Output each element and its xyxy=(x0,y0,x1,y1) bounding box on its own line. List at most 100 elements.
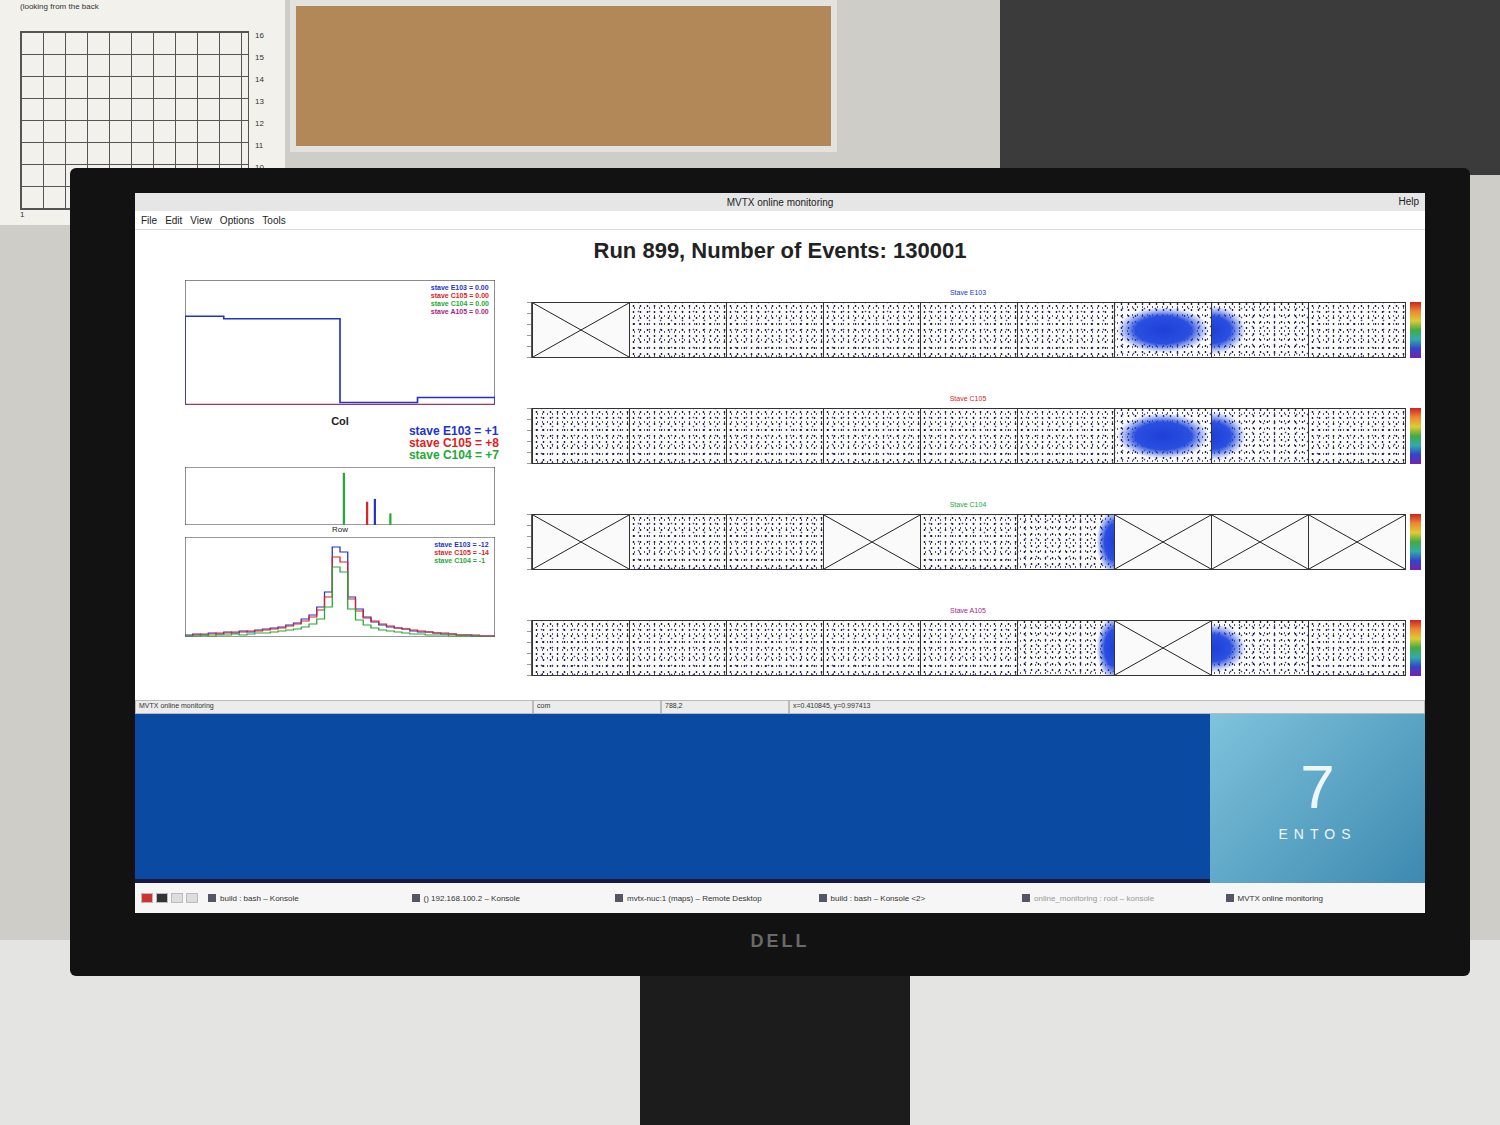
chip-hitmap xyxy=(629,621,726,675)
chip-strip xyxy=(532,408,1406,464)
desktop-icon[interactable] xyxy=(186,893,198,903)
menu-item[interactable]: Edit xyxy=(165,215,182,226)
chip-hitmap xyxy=(1017,303,1114,357)
stave-title: Stave E103 xyxy=(515,289,1421,296)
hits-chart: stave E103 = 0.00stave C105 = 0.00stave … xyxy=(185,280,495,405)
chip-hitmap xyxy=(1017,515,1114,569)
chip-hitmap xyxy=(726,303,823,357)
row-title: Row xyxy=(185,525,495,537)
window-icon xyxy=(1022,894,1030,902)
status-cell: 788,2 xyxy=(661,700,789,714)
corkboard xyxy=(290,0,837,152)
taskbar-item[interactable]: build : bash – Konsole xyxy=(208,894,402,903)
taskbar-label: online_monitoring : root – konsole xyxy=(1034,894,1154,903)
color-scale xyxy=(1410,514,1421,570)
centos-logo: 7 ENTOS xyxy=(1210,714,1425,883)
monitor: MVTX online monitoring Help File Edit View… xyxy=(70,168,1470,976)
sheet-number: 11 xyxy=(255,141,275,163)
dark-doorway xyxy=(1000,0,1500,175)
chip-hitmap xyxy=(532,409,629,463)
help-button[interactable]: Help xyxy=(1398,196,1419,207)
taskbar-label: build : bash – Konsole xyxy=(220,894,299,903)
chip-hitmap xyxy=(1211,409,1308,463)
stave-map: Stave C104 xyxy=(515,501,1421,570)
color-scale xyxy=(1410,620,1421,676)
window-icon xyxy=(1226,894,1234,902)
legend-entry: stave C104 = +7 xyxy=(409,449,499,461)
series-line xyxy=(185,404,495,405)
chip-hitmap xyxy=(532,515,629,569)
dead-chip-icon xyxy=(1115,515,1211,569)
chip-hitmap xyxy=(1308,515,1405,569)
chip-hitmap xyxy=(1308,303,1405,357)
chip-hitmap xyxy=(920,303,1017,357)
chip-hitmap xyxy=(823,515,920,569)
window-titlebar[interactable]: MVTX online monitoring Help xyxy=(135,193,1425,211)
chip-hitmap xyxy=(1211,515,1308,569)
stave-title: Stave C105 xyxy=(515,395,1421,402)
menu-bar: File Edit View Options Tools xyxy=(135,211,1425,230)
plot-frame xyxy=(185,467,495,525)
dead-chip-icon xyxy=(824,515,920,569)
taskbar-item[interactable]: build : bash – Konsole <2> xyxy=(819,894,1013,903)
legend-entry: stave C104 = 0.00 xyxy=(431,300,489,308)
chip-hitmap xyxy=(823,621,920,675)
series-line xyxy=(185,316,495,405)
series-line xyxy=(185,557,495,637)
menu-item[interactable]: Options xyxy=(220,215,254,226)
chip-hitmap xyxy=(1211,303,1308,357)
chip-strip xyxy=(532,514,1406,570)
chip-hitmap xyxy=(532,303,629,357)
chip-hitmap xyxy=(726,515,823,569)
legend-entry: stave E103 = -12 xyxy=(434,541,489,549)
col-bar xyxy=(389,513,391,525)
chip-strip xyxy=(532,302,1406,358)
sheet-number: 13 xyxy=(255,97,275,119)
stave-title: Stave A105 xyxy=(515,607,1421,614)
chip-hitmap xyxy=(1114,409,1211,463)
chip-hitmap xyxy=(1308,409,1405,463)
dead-chip-icon xyxy=(533,303,629,357)
status-cell: com xyxy=(533,700,661,714)
chip-hitmap xyxy=(629,515,726,569)
status-bar: MVTX online monitoringcom788,2x=0.410845… xyxy=(135,700,1425,714)
dead-chip-icon xyxy=(1115,621,1211,675)
menu-item[interactable]: Tools xyxy=(262,215,285,226)
monitor-stand xyxy=(640,970,910,1125)
dead-chip-icon xyxy=(533,515,629,569)
color-scale xyxy=(1410,408,1421,464)
desktop-icon[interactable] xyxy=(171,893,183,903)
col-chart xyxy=(185,467,495,525)
stave-map: Stave E103 xyxy=(515,289,1421,358)
menu-item[interactable]: File xyxy=(141,215,157,226)
legend-entry: stave A105 = 0.00 xyxy=(431,308,489,316)
taskbar-label: () 192.168.100.2 – Konsole xyxy=(424,894,521,903)
menu-icon[interactable] xyxy=(141,893,153,903)
taskbar-item[interactable]: MVTX online monitoring xyxy=(1226,894,1420,903)
chip-hitmap xyxy=(1114,515,1211,569)
chip-hitmap xyxy=(532,621,629,675)
chip-hitmap xyxy=(1211,621,1308,675)
taskbar-item[interactable]: () 192.168.100.2 – Konsole xyxy=(412,894,606,903)
desktop: 7 ENTOS xyxy=(135,714,1425,883)
taskbar-item[interactable]: mvtx-nuc:1 (maps) – Remote Desktop xyxy=(615,894,809,903)
terminal-icon[interactable] xyxy=(156,893,168,903)
row-chart: stave E103 = -12stave C105 = -14stave C1… xyxy=(185,537,495,637)
launcher-icons[interactable] xyxy=(141,893,198,903)
sheet-number: 16 xyxy=(255,31,275,53)
plot-frame xyxy=(185,280,495,405)
sheet-number: 14 xyxy=(255,75,275,97)
taskbar-label: build : bash – Konsole <2> xyxy=(831,894,926,903)
menu-item[interactable]: View xyxy=(190,215,212,226)
chip-hitmap xyxy=(823,303,920,357)
window-icon xyxy=(615,894,623,902)
col-bar xyxy=(366,502,368,525)
sheet-number: 12 xyxy=(255,119,275,141)
sheet-caption: (looking from the back xyxy=(20,2,275,11)
taskbar-item[interactable]: online_monitoring : root – konsole xyxy=(1022,894,1216,903)
chip-hitmap xyxy=(629,303,726,357)
logo-word: ENTOS xyxy=(1279,818,1357,842)
window-icon xyxy=(819,894,827,902)
legend-entry: stave E103 = 0.00 xyxy=(431,284,489,292)
window-icon xyxy=(208,894,216,902)
